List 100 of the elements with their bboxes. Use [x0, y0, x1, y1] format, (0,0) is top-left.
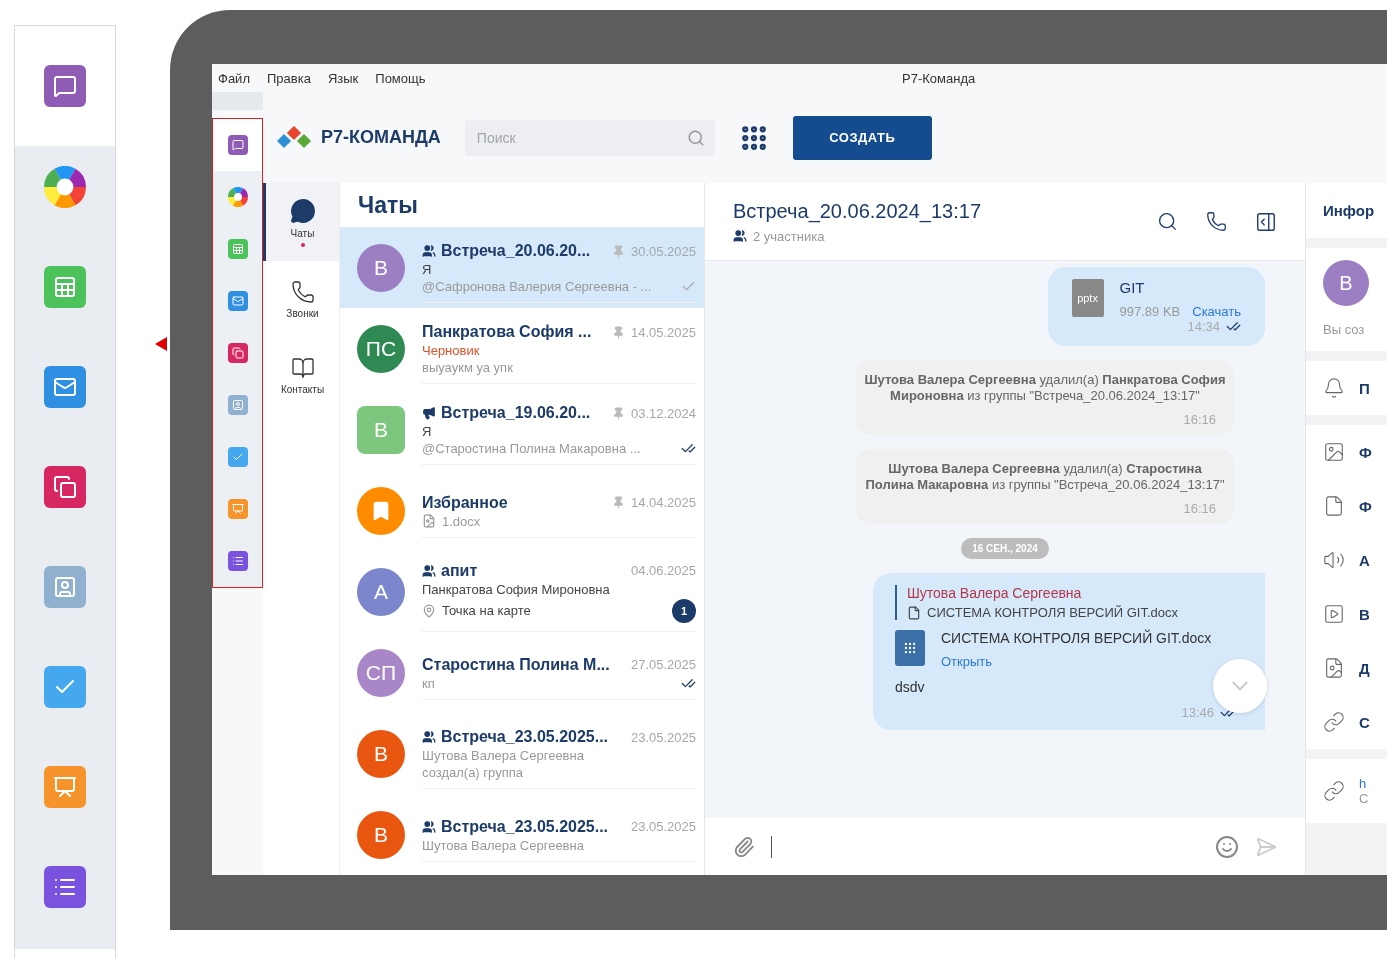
info-row[interactable]: А [1306, 533, 1387, 587]
chat-preview: Черновик [422, 343, 480, 358]
logo-icon [277, 125, 313, 150]
brand-name: Р7-КОМАНДА [321, 127, 441, 148]
file-icon [1323, 495, 1345, 517]
mail-app-icon[interactable] [44, 366, 86, 408]
search-icon [686, 128, 705, 147]
chat-preview: Шутова Валера Сергеевна [422, 837, 584, 853]
chat-preview: 1.docx [442, 513, 481, 529]
list-app-icon[interactable] [44, 866, 86, 908]
chat-preview: @Старостина Полина Макаровна ... [422, 441, 641, 456]
file-size: 997.89 KB [1119, 304, 1181, 319]
message-time: 14:34 [1187, 319, 1220, 334]
avatar: А [357, 567, 405, 616]
chat-date: 03.12.2024 [630, 405, 696, 421]
message-time: 16:16 [1183, 412, 1216, 427]
info-row[interactable]: Д [1306, 641, 1387, 695]
book-icon [290, 355, 315, 380]
phone-icon[interactable] [1206, 210, 1227, 232]
file-type-icon: pptx [1071, 279, 1104, 317]
chat-app-icon[interactable] [227, 135, 248, 155]
emoji-icon[interactable] [1215, 834, 1239, 859]
quote-author: Шутова Валера Сергеевна [907, 585, 1083, 601]
file-icon [422, 514, 436, 528]
phone-icon [290, 279, 315, 304]
info-row[interactable]: Ф [1306, 425, 1387, 479]
link-url[interactable]: h [1359, 776, 1369, 791]
chat-title: Встреча_20.06.2024_13:17 [733, 199, 982, 223]
search-input[interactable]: Поиск [474, 128, 687, 147]
people-icon [733, 229, 747, 243]
avatar: В [357, 243, 405, 292]
chat-preview: Шутова Валера Сергеевна [422, 748, 584, 763]
video-icon [1323, 603, 1345, 625]
avatar: ПС [357, 324, 405, 373]
color-wheel-icon[interactable] [44, 166, 86, 208]
sheet-app-icon[interactable] [44, 266, 86, 308]
quote-file-name: СИСТЕМА КОНТРОЛЯ ВЕРСИЙ GIT.docx [927, 605, 1178, 620]
system-message-text: Шутова Валера Сергеевна удалил(а) Панкратова София Мироновна из группы "Встреча_20.06.2024_13:17" [864, 372, 1226, 404]
contacts-app-icon[interactable] [227, 395, 248, 415]
date-separator: 16 СЕН., 2024 [961, 538, 1049, 559]
chat-app-icon[interactable] [44, 65, 86, 107]
open-link[interactable]: Открыть [941, 654, 1212, 669]
avatar: В [357, 729, 405, 778]
chat-name: Встреча_23.05.2025... [441, 817, 609, 836]
slides-app-icon[interactable] [227, 499, 248, 519]
image-icon [1323, 441, 1345, 463]
download-link[interactable]: Скачать [1192, 304, 1241, 319]
chat-bubble-icon [289, 197, 316, 224]
pointer-icon [155, 337, 167, 351]
chat-preview: выуаукм уа упк [422, 360, 513, 375]
message-time: 13:46 [1181, 705, 1214, 720]
list-app-icon[interactable] [227, 551, 248, 571]
chat-date: 23.05.2025 [630, 729, 696, 745]
chat-preview: кп [422, 675, 435, 691]
color-wheel-icon[interactable] [227, 187, 248, 207]
document-icon [1323, 657, 1345, 679]
chat-preview: Я [422, 262, 432, 277]
document-icon [895, 630, 925, 666]
info-row[interactable]: В [1306, 587, 1387, 641]
shapes-app-icon[interactable] [227, 343, 248, 363]
search-icon[interactable] [1157, 210, 1178, 232]
info-row[interactable]: П [1306, 361, 1387, 415]
attach-icon[interactable] [733, 835, 755, 858]
contacts-app-icon[interactable] [44, 566, 86, 608]
chat-date: 23.05.2025 [630, 819, 696, 834]
info-row[interactable]: Ф [1306, 479, 1387, 533]
menu-item[interactable]: Помощь [375, 70, 426, 86]
chat-preview: Панкратова София Мироновна [422, 581, 610, 597]
chat-preview: Точка на карте [442, 603, 531, 618]
avatar: В [1323, 260, 1369, 306]
menu-item[interactable]: Язык [327, 70, 359, 86]
menu-item[interactable]: Файл [218, 70, 250, 86]
chat-name: Встреча_20.06.20... [441, 242, 591, 260]
message-text: dsdv [895, 679, 925, 695]
sheet-app-icon[interactable] [227, 239, 248, 259]
chat-list-item[interactable]: В Встреча_20.06.20... 30.05.2025 Я @Сафронова Валерия Сергеевна - ... [340, 227, 704, 308]
window-title: Р7-Команда [902, 70, 976, 86]
file-icon [907, 605, 921, 620]
chat-date: 14.05.2025 [630, 324, 696, 340]
slides-app-icon[interactable] [44, 766, 86, 808]
menu-item[interactable]: Правка [266, 70, 311, 86]
side-panel-icon[interactable] [1255, 210, 1277, 233]
nav-tab[interactable]: Чаты [263, 183, 339, 261]
avatar: СП [357, 648, 405, 697]
link-icon [1323, 780, 1345, 802]
chats-title: Чаты [357, 190, 419, 220]
chat-name: апит [441, 561, 478, 580]
search-field[interactable]: Поиск [464, 119, 715, 156]
tasks-app-icon[interactable] [227, 447, 248, 467]
chat-date: 27.05.2025 [630, 657, 696, 672]
mail-app-icon[interactable] [227, 291, 248, 311]
chat-name: Встреча_23.05.2025... [441, 728, 609, 746]
tasks-app-icon[interactable] [44, 666, 86, 708]
avatar: В [357, 810, 405, 859]
shapes-app-icon[interactable] [44, 466, 86, 508]
create-button[interactable]: СОЗДАТЬ [792, 115, 932, 160]
rail-header-strip [212, 92, 263, 110]
info-title: Инфор [1306, 183, 1387, 238]
bell-icon [1323, 377, 1345, 399]
info-row[interactable]: С [1306, 695, 1387, 749]
